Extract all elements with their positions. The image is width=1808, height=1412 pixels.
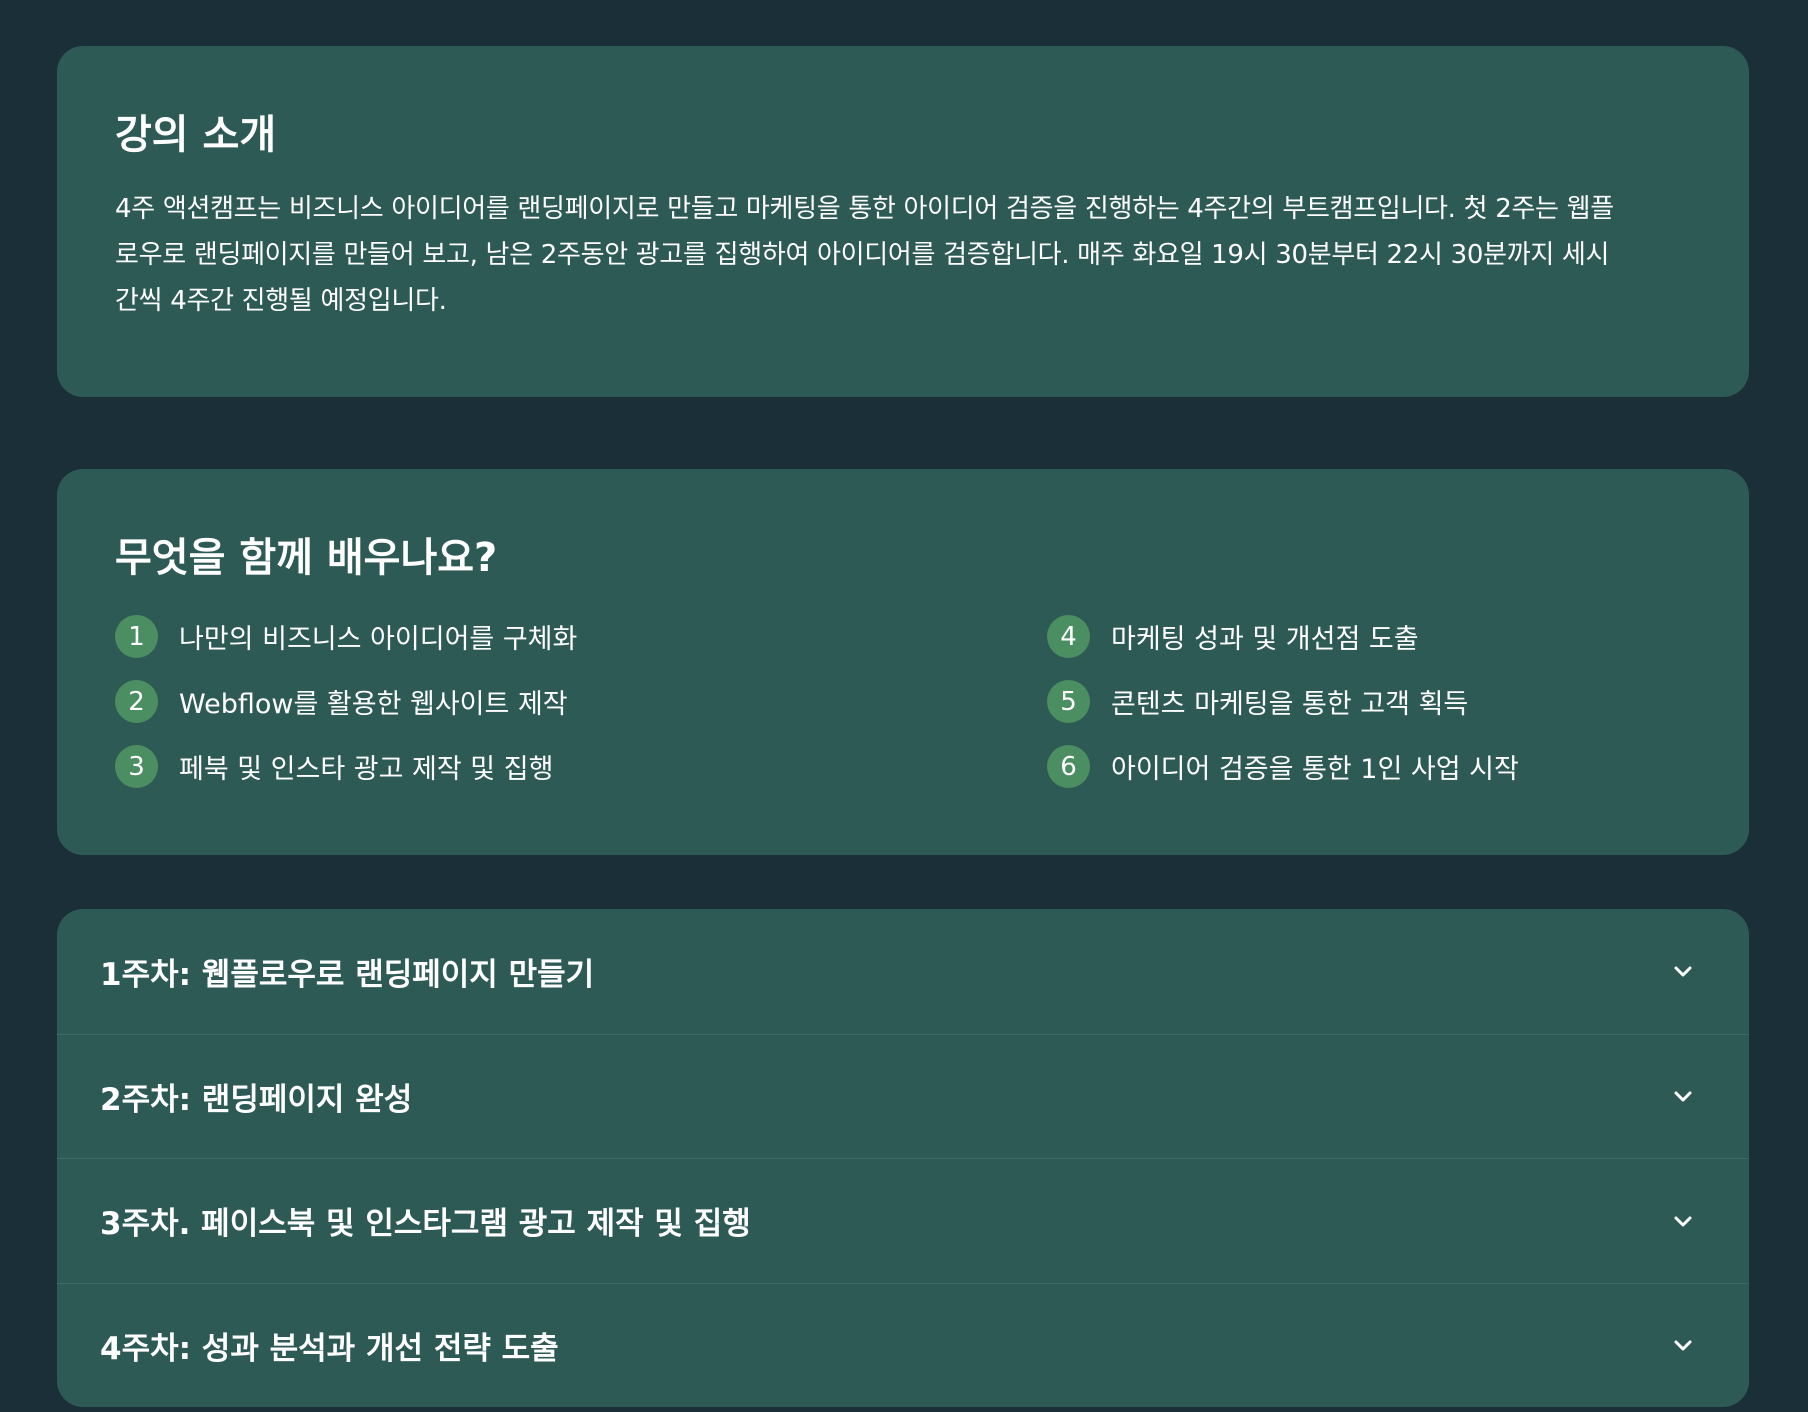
chevron-down-icon[interactable] xyxy=(1669,957,1697,985)
intro-description-line: 간씩 4주간 진행될 예정입니다. xyxy=(115,286,447,316)
intro-description: 4주 액션캠프는 비즈니스 아이디어를 랜딩페이지로 만들고 마케팅을 통한 아… xyxy=(115,186,1691,324)
chevron-down-icon[interactable] xyxy=(1669,1082,1697,1110)
accordion-item-week-2[interactable]: 2주차: 랜딩페이지 완성 xyxy=(57,1033,1749,1159)
intro-description-line: 로우로 랜딩페이지를 만들어 보고, 남은 2주동안 광고를 집행하여 아이디어… xyxy=(115,240,1610,270)
page: 강의 소개 4주 액션캠프는 비즈니스 아이디어를 랜딩페이지로 만들고 마케팅… xyxy=(0,0,1808,1412)
learning-item: 2 Webflow를 활용한 웹사이트 제작 xyxy=(115,669,1047,734)
accordion-item-title: 2주차: 랜딩페이지 완성 xyxy=(100,1081,413,1118)
intro-title: 강의 소개 xyxy=(115,112,277,158)
learning-item: 3 페북 및 인스타 광고 제작 및 집행 xyxy=(115,734,1047,799)
learning-list: 1 나만의 비즈니스 아이디어를 구체화 2 Webflow를 활용한 웹사이트… xyxy=(115,604,1691,799)
learning-title: 무엇을 함께 배우나요? xyxy=(115,535,498,581)
number-badge: 6 xyxy=(1047,745,1090,788)
learning-item-text: 페북 및 인스타 광고 제작 및 집행 xyxy=(179,754,554,785)
accordion-item-title: 3주차. 페이스북 및 인스타그램 광고 제작 및 집행 xyxy=(100,1206,751,1243)
learning-item-text: 나만의 비즈니스 아이디어를 구체화 xyxy=(179,624,578,655)
learning-card: 무엇을 함께 배우나요? 1 나만의 비즈니스 아이디어를 구체화 2 Webf… xyxy=(57,469,1749,855)
learning-item: 6 아이디어 검증을 통한 1인 사업 시작 xyxy=(1047,734,1691,799)
learning-item: 5 콘텐츠 마케팅을 통한 고객 획득 xyxy=(1047,669,1691,734)
learning-item-text: 아이디어 검증을 통한 1인 사업 시작 xyxy=(1111,754,1519,785)
learning-item-text: 마케팅 성과 및 개선점 도출 xyxy=(1111,624,1419,655)
chevron-down-icon[interactable] xyxy=(1669,1207,1697,1235)
accordion-item-title: 1주차: 웹플로우로 랜딩페이지 만들기 xyxy=(100,956,595,993)
curriculum-accordion: 1주차: 웹플로우로 랜딩페이지 만들기 2주차: 랜딩페이지 완성 3주차. … xyxy=(57,909,1749,1407)
intro-description-line: 4주 액션캠프는 비즈니스 아이디어를 랜딩페이지로 만들고 마케팅을 통한 아… xyxy=(115,194,1614,224)
learning-item: 4 마케팅 성과 및 개선점 도출 xyxy=(1047,604,1691,669)
accordion-item-week-1[interactable]: 1주차: 웹플로우로 랜딩페이지 만들기 xyxy=(57,909,1749,1034)
accordion-item-title: 4주차: 성과 분석과 개선 전략 도출 xyxy=(100,1330,559,1367)
accordion-item-week-3[interactable]: 3주차. 페이스북 및 인스타그램 광고 제작 및 집행 xyxy=(57,1158,1749,1283)
learning-item-text: 콘텐츠 마케팅을 통한 고객 획득 xyxy=(1111,689,1469,720)
accordion-item-week-4[interactable]: 4주차: 성과 분석과 개선 전략 도출 xyxy=(57,1282,1749,1408)
number-badge: 1 xyxy=(115,615,158,658)
number-badge: 5 xyxy=(1047,680,1090,723)
learning-item-text: Webflow를 활용한 웹사이트 제작 xyxy=(179,689,568,720)
number-badge: 3 xyxy=(115,745,158,788)
learning-item: 1 나만의 비즈니스 아이디어를 구체화 xyxy=(115,604,1047,669)
intro-card: 강의 소개 4주 액션캠프는 비즈니스 아이디어를 랜딩페이지로 만들고 마케팅… xyxy=(57,46,1749,397)
number-badge: 2 xyxy=(115,680,158,723)
chevron-down-icon[interactable] xyxy=(1669,1331,1697,1359)
number-badge: 4 xyxy=(1047,615,1090,658)
